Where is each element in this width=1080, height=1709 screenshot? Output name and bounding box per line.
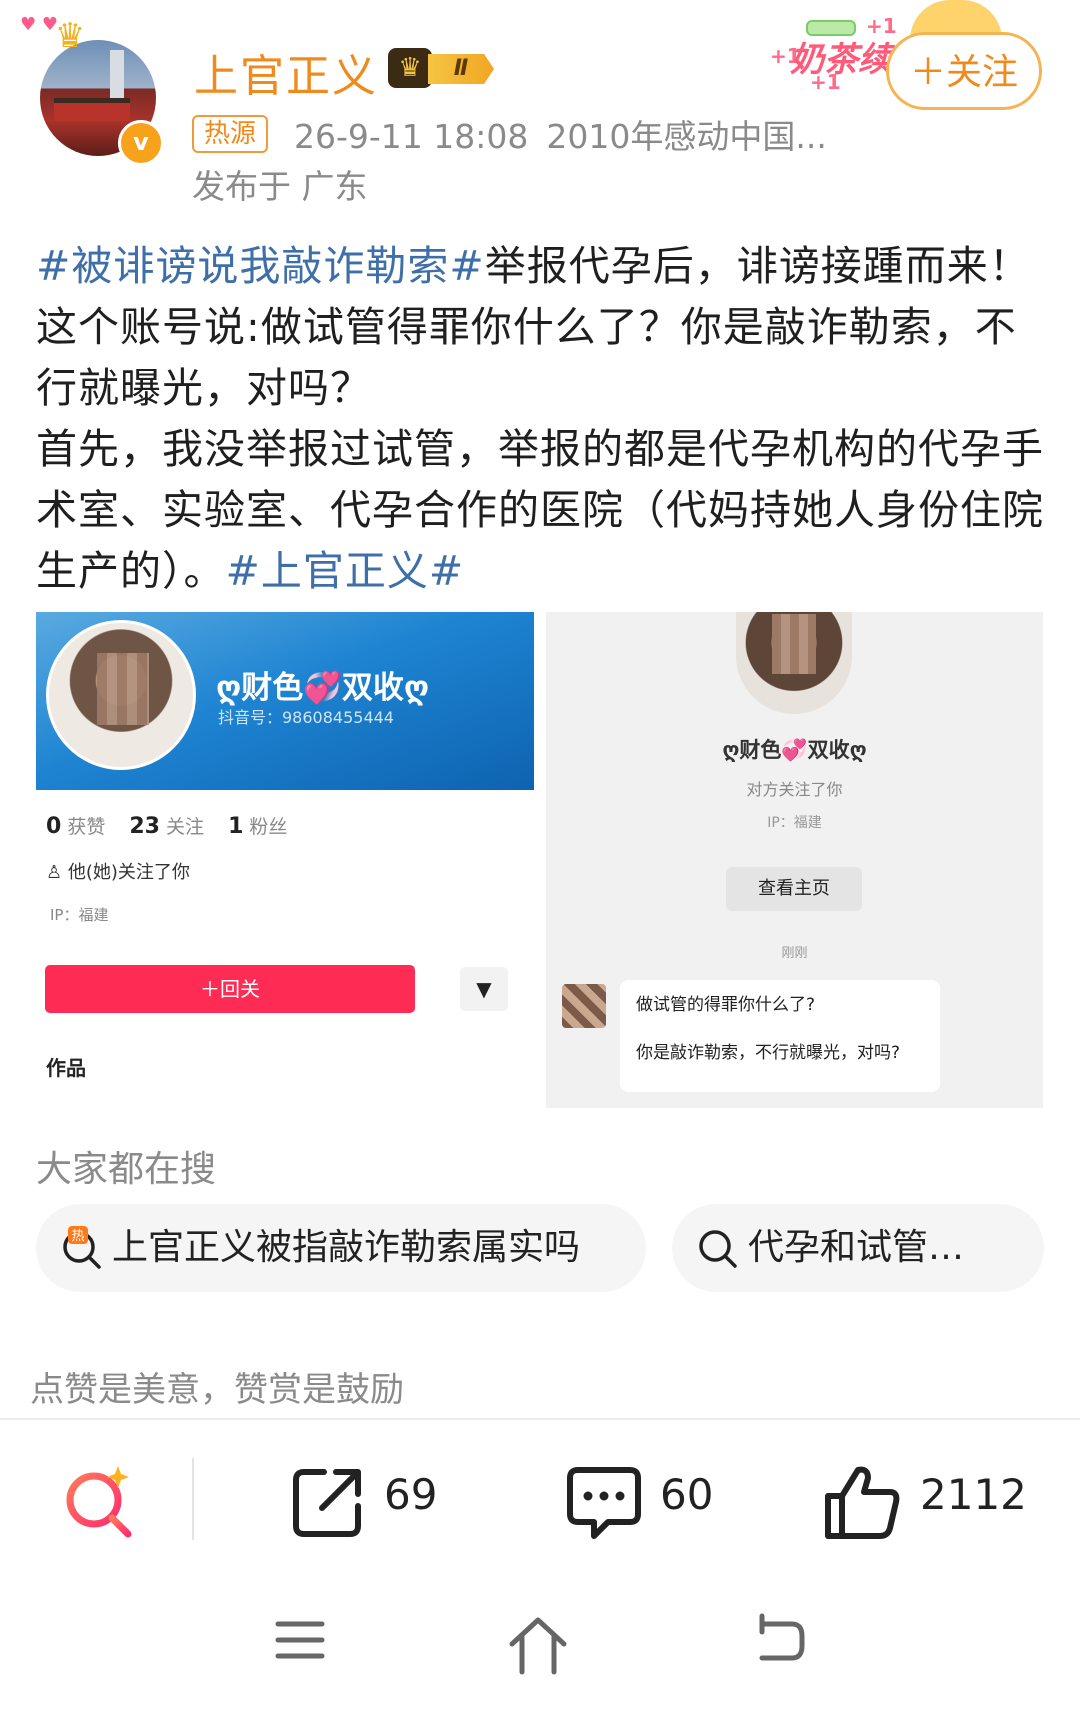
action-separator	[192, 1458, 194, 1540]
hearts-icon: ♥ ♥	[20, 14, 58, 35]
post-location: 发布于 广东	[192, 167, 368, 206]
post-timestamp: 26-9-11 18:08	[294, 117, 529, 156]
topic-link[interactable]: #被诽谤说我敲诈勒索#	[36, 242, 485, 290]
share-count: 69	[384, 1470, 438, 1519]
verified-badge-icon: v	[118, 120, 164, 166]
home-icon[interactable]	[508, 1616, 568, 1676]
chat-sender-avatar	[562, 984, 606, 1028]
search-chip-1[interactable]: 热 上官正义被指敲诈勒索属实吗	[36, 1204, 646, 1292]
chat-bubble: 做试管的得罪你什么了? 你是敲诈勒索，不行就曝光，对吗?	[620, 980, 940, 1092]
view-homepage-button: 查看主页	[726, 867, 862, 911]
chat-message: 做试管的得罪你什么了?	[636, 995, 816, 1015]
works-tab: 作品	[46, 1056, 86, 1080]
like-icon[interactable]	[822, 1462, 902, 1542]
back-icon[interactable]	[748, 1610, 808, 1670]
post-source[interactable]: 2010年感动中国...	[546, 117, 826, 156]
search-icon	[699, 1230, 737, 1268]
post-image-2[interactable]: ღ财色💞双收ღ 对方关注了你 IP：福建 查看主页 刚刚 做试管的得罪你什么了?…	[546, 612, 1043, 1108]
follow-back-button: ＋回关	[45, 965, 415, 1013]
vip-badge[interactable]: ♛ Ⅱ	[388, 48, 500, 88]
chat-message: 你是敲诈勒索，不行就曝光，对吗?	[636, 1043, 901, 1063]
username[interactable]: 上官正义	[194, 40, 378, 104]
reward-hint: 点赞是美意，赞赏是鼓励	[30, 1370, 404, 1410]
post-body: #被诽谤说我敲诈勒索#举报代孕后，诽谤接踵而来！这个账号说:做试管得罪你什么了？…	[36, 236, 1046, 602]
chat-time: 刚刚	[781, 946, 808, 961]
hot-source-tag: 热源	[192, 115, 269, 153]
divider	[0, 1418, 1080, 1420]
profile-stats: 0 获赞 23 关注 1 粉丝	[46, 814, 288, 839]
comment-icon[interactable]	[564, 1462, 644, 1542]
menu-icon[interactable]	[270, 1610, 330, 1670]
trending-search-title: 大家都在搜	[36, 1149, 217, 1190]
chat-follow-status: 对方关注了你	[746, 780, 843, 799]
post-text: 首先，我没举报过试管，举报的都是代孕机构的代孕手术室、实验室、代孕合作的医院（代…	[36, 425, 1044, 595]
search-chip-2[interactable]: 代孕和试管…	[672, 1204, 1044, 1292]
search-chip-label: 代孕和试管…	[748, 1227, 965, 1268]
vip-crown-icon: ♛	[388, 48, 432, 88]
vip-level: Ⅱ	[428, 54, 494, 84]
ai-search-icon[interactable]	[60, 1462, 140, 1542]
search-chip-label: 上官正义被指敲诈勒索属实吗	[112, 1227, 581, 1268]
comment-count: 60	[660, 1470, 714, 1519]
topic-link[interactable]: #上官正义#	[226, 547, 465, 595]
dropdown-icon: ▼	[460, 967, 508, 1011]
post-meta: 26-9-11 18:08 2010年感动中国...	[294, 110, 845, 158]
svg-text:热: 热	[71, 1229, 84, 1244]
profile-ip: IP：福建	[50, 906, 109, 924]
post-image-1[interactable]: ღ财色💞双收ღ 抖音号：98608455444 0 获赞 23 关注 1 粉丝 ♙ 他…	[36, 612, 534, 1112]
hot-search-icon: 热	[63, 1226, 101, 1269]
chat-profile-avatar	[736, 612, 852, 714]
follows-you-label: ♙ 他(她)关注了你	[46, 862, 190, 883]
douyin-id: 抖音号：98608455444	[218, 708, 394, 727]
like-count: 2112	[920, 1470, 1027, 1519]
user-icon: ♙	[46, 862, 68, 883]
follow-button[interactable]: ＋关注	[886, 32, 1042, 110]
chat-profile-ip: IP：福建	[767, 815, 822, 831]
chat-profile-nickname: ღ财色💞双收ღ	[722, 738, 867, 762]
share-icon[interactable]	[288, 1462, 368, 1542]
profile-avatar	[46, 620, 196, 770]
profile-nickname: ღ财色💞双收ღ	[216, 670, 430, 706]
